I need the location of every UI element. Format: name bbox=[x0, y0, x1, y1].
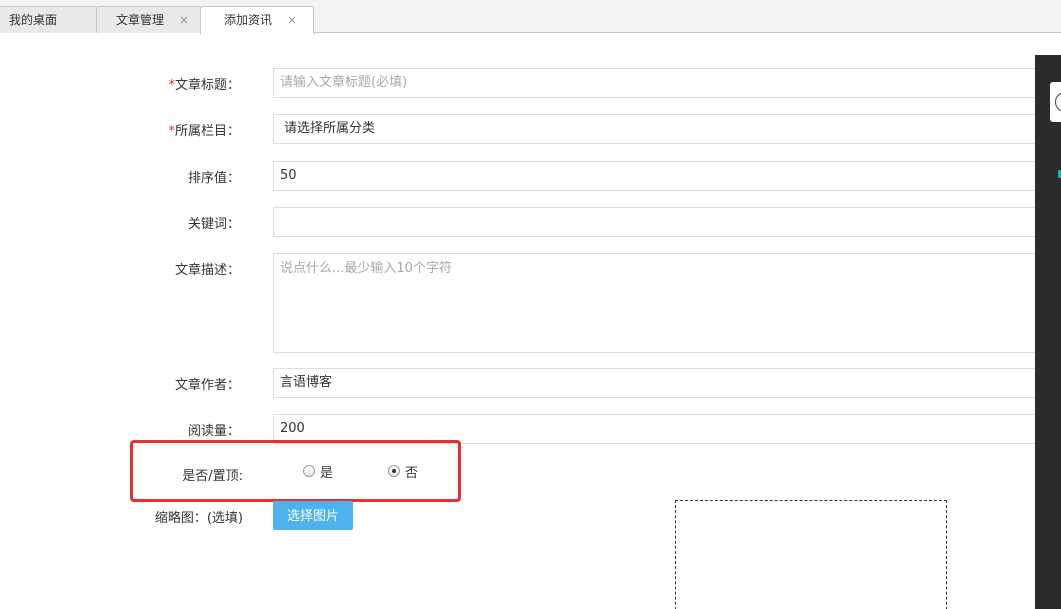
close-icon[interactable]: × bbox=[179, 7, 189, 33]
thumbnail-label: 缩略图：(选填) bbox=[154, 511, 243, 526]
keywords-input[interactable] bbox=[273, 207, 1061, 237]
side-panel-card[interactable] bbox=[1050, 82, 1061, 122]
tab-add-news[interactable]: 添加资讯 × bbox=[200, 6, 314, 34]
author-input[interactable]: 言语博客 bbox=[273, 368, 1061, 398]
keywords-label: 关键词： bbox=[187, 217, 240, 232]
category-label: *所属栏目： bbox=[168, 124, 240, 139]
description-textarea[interactable]: 说点什么...最少输入10个字符 bbox=[273, 253, 1061, 353]
sort-input[interactable]: 50 bbox=[273, 161, 1061, 191]
highlight-box bbox=[130, 440, 461, 502]
sort-label: 排序值： bbox=[187, 171, 240, 186]
circle-icon bbox=[1055, 92, 1061, 112]
category-select[interactable]: 请选择所属分类 bbox=[273, 114, 1061, 144]
views-label: 阅读量： bbox=[187, 424, 240, 439]
description-label: 文章描述： bbox=[174, 263, 240, 278]
page: 我的桌面 文章管理 × 添加资讯 × *文章标题： 请输入文章标题(必填) *所… bbox=[0, 0, 1061, 609]
article-title-input[interactable]: 请输入文章标题(必填) bbox=[273, 68, 1061, 98]
choose-image-button[interactable]: 选择图片 bbox=[273, 501, 353, 530]
tab-article-management[interactable]: 文章管理 × bbox=[96, 6, 202, 33]
tab-my-desktop[interactable]: 我的桌面 bbox=[0, 6, 98, 33]
tab-bar: 我的桌面 文章管理 × 添加资讯 × bbox=[0, 0, 1061, 34]
tab-label: 文章管理 bbox=[116, 13, 165, 27]
thumbnail-preview-box bbox=[675, 500, 947, 609]
author-label: 文章作者： bbox=[174, 378, 240, 393]
close-icon[interactable]: × bbox=[287, 7, 297, 33]
title-label: *文章标题： bbox=[168, 78, 240, 93]
side-panel bbox=[1035, 55, 1061, 609]
tab-label: 添加资讯 bbox=[224, 13, 273, 27]
tab-label: 我的桌面 bbox=[9, 13, 58, 27]
